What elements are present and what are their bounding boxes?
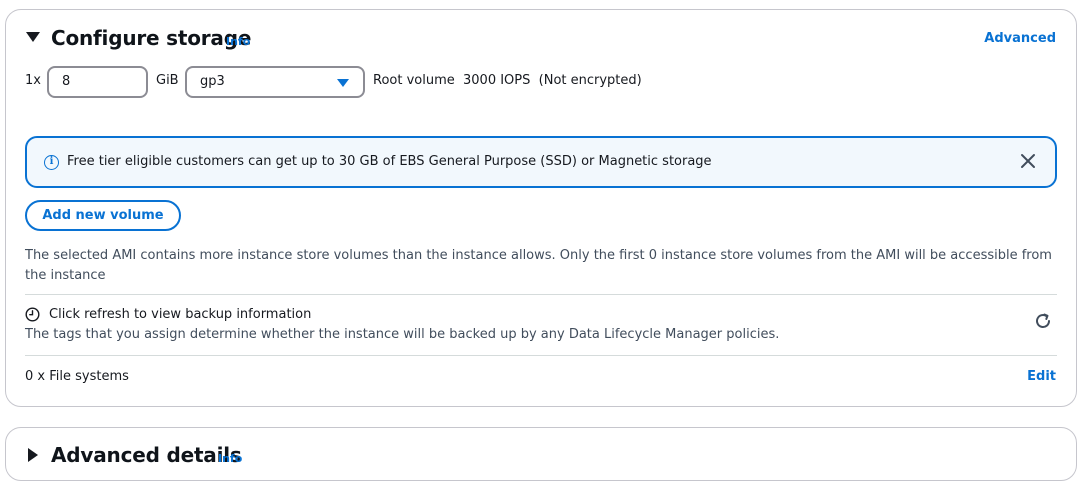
add-new-volume-button[interactable]: Add new volume bbox=[25, 200, 181, 231]
section-title: Advanced details bbox=[51, 443, 242, 467]
close-icon[interactable] bbox=[1019, 152, 1037, 170]
ami-warning-text: The selected AMI contains more instance … bbox=[25, 248, 1052, 283]
volume-type-select[interactable]: gp3 bbox=[185, 66, 365, 98]
advanced-details-panel: Advanced details Info bbox=[5, 427, 1077, 481]
section-toggle[interactable] bbox=[26, 32, 40, 42]
clock-icon bbox=[25, 307, 40, 322]
file-systems-edit-link[interactable]: Edit bbox=[1027, 369, 1056, 384]
free-tier-alert: i Free tier eligible customers can get u… bbox=[25, 136, 1057, 188]
divider bbox=[25, 294, 1057, 295]
section-title: Configure storage bbox=[51, 26, 252, 50]
info-link[interactable]: Info bbox=[226, 35, 250, 48]
advanced-link[interactable]: Advanced bbox=[984, 31, 1056, 46]
volume-type-value: gp3 bbox=[200, 74, 225, 89]
info-circle-icon: i bbox=[44, 155, 59, 170]
file-systems-label: 0 x File systems bbox=[25, 369, 129, 384]
info-link[interactable]: Info bbox=[218, 452, 242, 465]
backup-description: The tags that you assign determine wheth… bbox=[25, 327, 780, 342]
backup-title: Click refresh to view backup information bbox=[49, 307, 312, 322]
alert-message: Free tier eligible customers can get up … bbox=[67, 154, 712, 169]
divider bbox=[25, 355, 1057, 356]
configure-storage-panel: Configure storage Info Advanced 1x 8 GiB… bbox=[5, 9, 1077, 407]
refresh-icon[interactable] bbox=[1034, 312, 1052, 330]
volume-description: Root volume 3000 IOPS (Not encrypted) bbox=[373, 73, 642, 88]
volume-count: 1x bbox=[25, 73, 41, 88]
caret-right-icon[interactable] bbox=[28, 448, 38, 462]
select-caret-icon bbox=[337, 79, 349, 87]
volume-size-unit: GiB bbox=[156, 73, 179, 88]
volume-size-input[interactable]: 8 bbox=[47, 66, 148, 98]
section-toggle[interactable] bbox=[28, 448, 38, 462]
caret-down-icon[interactable] bbox=[26, 32, 40, 42]
